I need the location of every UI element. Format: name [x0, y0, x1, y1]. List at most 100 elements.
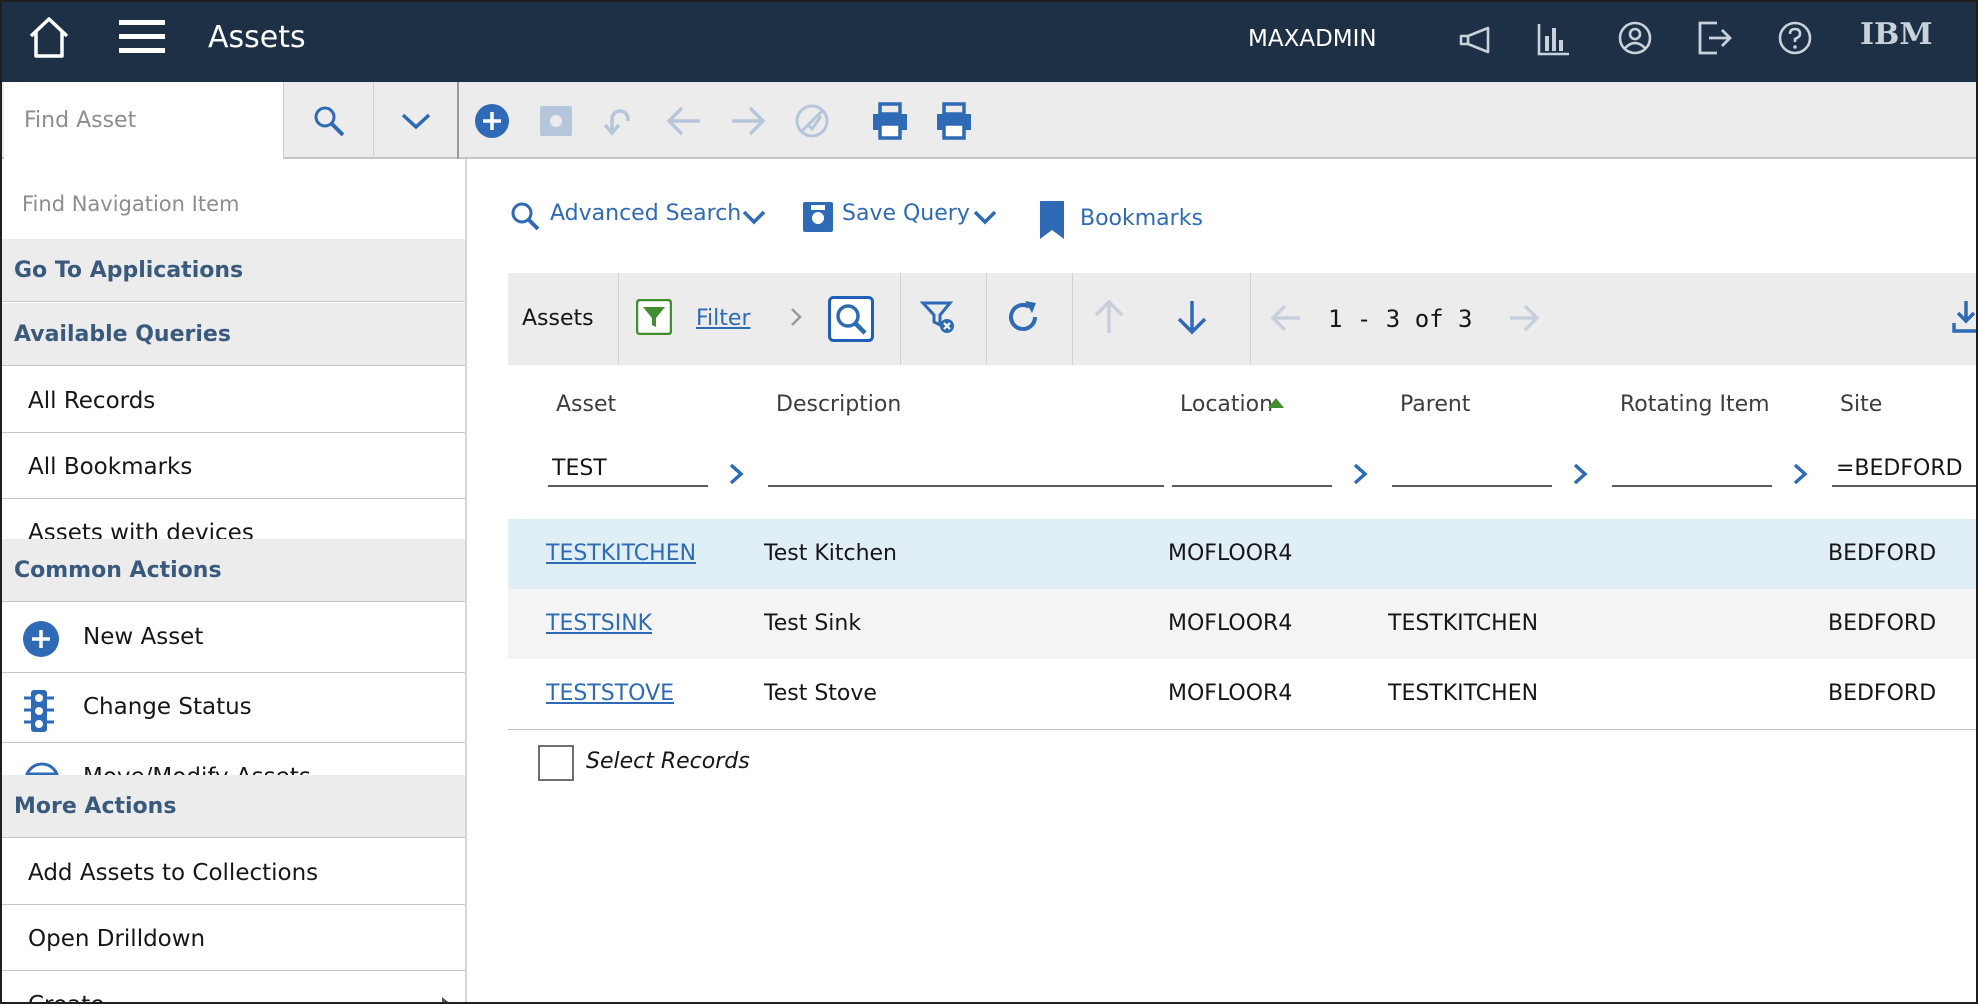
filter-parent-input[interactable]	[1392, 451, 1552, 487]
add-icon	[474, 103, 510, 139]
reports-icon[interactable]	[1537, 22, 1571, 56]
asset-link[interactable]: TESTKITCHEN	[546, 541, 696, 566]
undo-button[interactable]	[598, 82, 642, 159]
app-title: Assets	[208, 20, 306, 55]
column-header-parent[interactable]: Parent	[1400, 392, 1470, 417]
arrow-down-icon[interactable]	[1176, 299, 1208, 335]
find-asset-search-button[interactable]	[284, 82, 374, 159]
undo-icon	[602, 103, 638, 139]
query-all-bookmarks[interactable]: All Bookmarks	[2, 433, 465, 499]
parent-cell: TESTKITCHEN	[1388, 611, 1539, 636]
filter-icon[interactable]	[636, 299, 672, 335]
add-icon	[22, 620, 60, 658]
query-all-records[interactable]: All Records	[2, 367, 465, 433]
announcement-icon[interactable]	[1458, 24, 1494, 56]
action-change-status[interactable]: Change Status	[2, 673, 465, 743]
table-row[interactable]: TESTKITCHEN Test Kitchen MOFLOOR4 BEDFOR…	[508, 519, 1976, 589]
svg-text:IBM: IBM	[1860, 18, 1933, 50]
chevron-down-icon[interactable]	[972, 209, 998, 225]
print-icon	[871, 101, 909, 140]
description-cell: Test Kitchen	[764, 541, 897, 566]
arrow-left-icon	[666, 105, 702, 137]
status-icon	[793, 102, 831, 140]
section-available-queries[interactable]: Available Queries	[2, 303, 465, 366]
bookmark-icon	[1040, 201, 1064, 239]
filter-asset-input[interactable]	[548, 451, 708, 487]
save-icon	[802, 201, 834, 233]
table-toolbar: Assets Filter 1 - 3 of 3	[508, 273, 1976, 365]
chevron-right-icon	[442, 997, 452, 1002]
previous-record-button[interactable]	[662, 82, 706, 159]
arrow-right-icon[interactable]	[1508, 303, 1540, 333]
home-icon[interactable]	[28, 16, 70, 60]
next-record-button[interactable]	[726, 82, 770, 159]
filter-description-input[interactable]	[768, 451, 1164, 487]
find-navigation-input[interactable]	[2, 159, 465, 239]
description-cell: Test Sink	[764, 611, 862, 636]
action-new-asset[interactable]: New Asset	[2, 603, 465, 673]
help-icon[interactable]	[1777, 20, 1813, 56]
chevron-down-icon[interactable]	[741, 209, 767, 225]
chevron-down-icon	[400, 111, 432, 131]
arrow-left-icon[interactable]	[1270, 303, 1302, 333]
logout-icon[interactable]	[1697, 20, 1733, 56]
description-cell: Test Stove	[764, 681, 877, 706]
profile-icon[interactable]	[1617, 20, 1653, 56]
location-cell: MOFLOOR4	[1168, 681, 1293, 706]
list-view: Advanced Search Save Query Bookmarks Ass…	[474, 159, 1976, 1002]
site-cell: BEDFORD	[1828, 681, 1937, 706]
action-open-drilldown[interactable]: Open Drilldown	[2, 905, 465, 971]
table-row[interactable]: TESTSTOVE Test Stove MOFLOOR4 TESTKITCHE…	[508, 659, 1976, 730]
action-add-assets-to-collections[interactable]: Add Assets to Collections	[2, 839, 465, 905]
print-with-attachments-button[interactable]	[932, 82, 976, 159]
clear-filter-icon[interactable]	[920, 299, 956, 335]
column-header-location[interactable]: Location	[1180, 392, 1273, 417]
table-row[interactable]: TESTSINK Test Sink MOFLOOR4 TESTKITCHEN …	[508, 589, 1976, 659]
column-header-rotating-item[interactable]: Rotating Item	[1620, 392, 1770, 417]
column-header-asset[interactable]: Asset	[556, 392, 616, 417]
filter-rotating-item-input[interactable]	[1612, 451, 1772, 487]
chevron-right-icon[interactable]	[1572, 462, 1588, 486]
find-asset-field	[4, 82, 284, 159]
change-status-button[interactable]	[790, 82, 834, 159]
section-more-actions[interactable]: More Actions	[2, 775, 465, 838]
print-icon	[935, 101, 973, 140]
action-label: Create	[28, 992, 104, 1002]
ibm-logo: IBM	[1860, 18, 1934, 50]
download-icon[interactable]	[1952, 299, 1976, 335]
parent-cell: TESTKITCHEN	[1388, 681, 1539, 706]
asset-link[interactable]: TESTSTOVE	[546, 681, 674, 706]
menu-icon[interactable]	[119, 18, 165, 56]
chevron-right-icon[interactable]	[1352, 462, 1368, 486]
section-go-to-applications[interactable]: Go To Applications	[2, 239, 465, 302]
app-header: Assets MAXADMIN IBM	[2, 2, 1976, 82]
action-label: Change Status	[83, 694, 252, 720]
search-icon	[312, 104, 346, 138]
chevron-right-icon[interactable]	[1792, 462, 1808, 486]
section-common-actions[interactable]: Common Actions	[2, 539, 465, 602]
chevron-right-icon[interactable]	[790, 307, 802, 327]
filter-location-input[interactable]	[1172, 451, 1332, 487]
main-toolbar	[2, 82, 1976, 159]
save-button[interactable]	[534, 82, 578, 159]
column-header-site[interactable]: Site	[1840, 392, 1882, 417]
find-asset-options-button[interactable]	[374, 82, 459, 159]
search-table-button[interactable]	[828, 296, 874, 342]
arrow-up-icon[interactable]	[1093, 299, 1125, 335]
table-title: Assets	[522, 306, 594, 331]
save-icon	[538, 103, 574, 139]
print-button[interactable]	[868, 82, 912, 159]
username: MAXADMIN	[1248, 26, 1377, 52]
refresh-icon[interactable]	[1005, 299, 1041, 335]
asset-link[interactable]: TESTSINK	[546, 611, 652, 636]
chevron-right-icon[interactable]	[728, 462, 744, 486]
action-create[interactable]: Create	[2, 971, 465, 1002]
select-records-checkbox[interactable]	[538, 745, 574, 781]
filter-link[interactable]: Filter	[696, 306, 750, 331]
filter-site-input[interactable]	[1832, 451, 1976, 487]
column-header-description[interactable]: Description	[776, 392, 901, 417]
select-records-label[interactable]: Select Records	[586, 749, 750, 774]
find-asset-input[interactable]	[4, 82, 283, 159]
site-cell: BEDFORD	[1828, 541, 1937, 566]
new-record-button[interactable]	[470, 82, 514, 159]
